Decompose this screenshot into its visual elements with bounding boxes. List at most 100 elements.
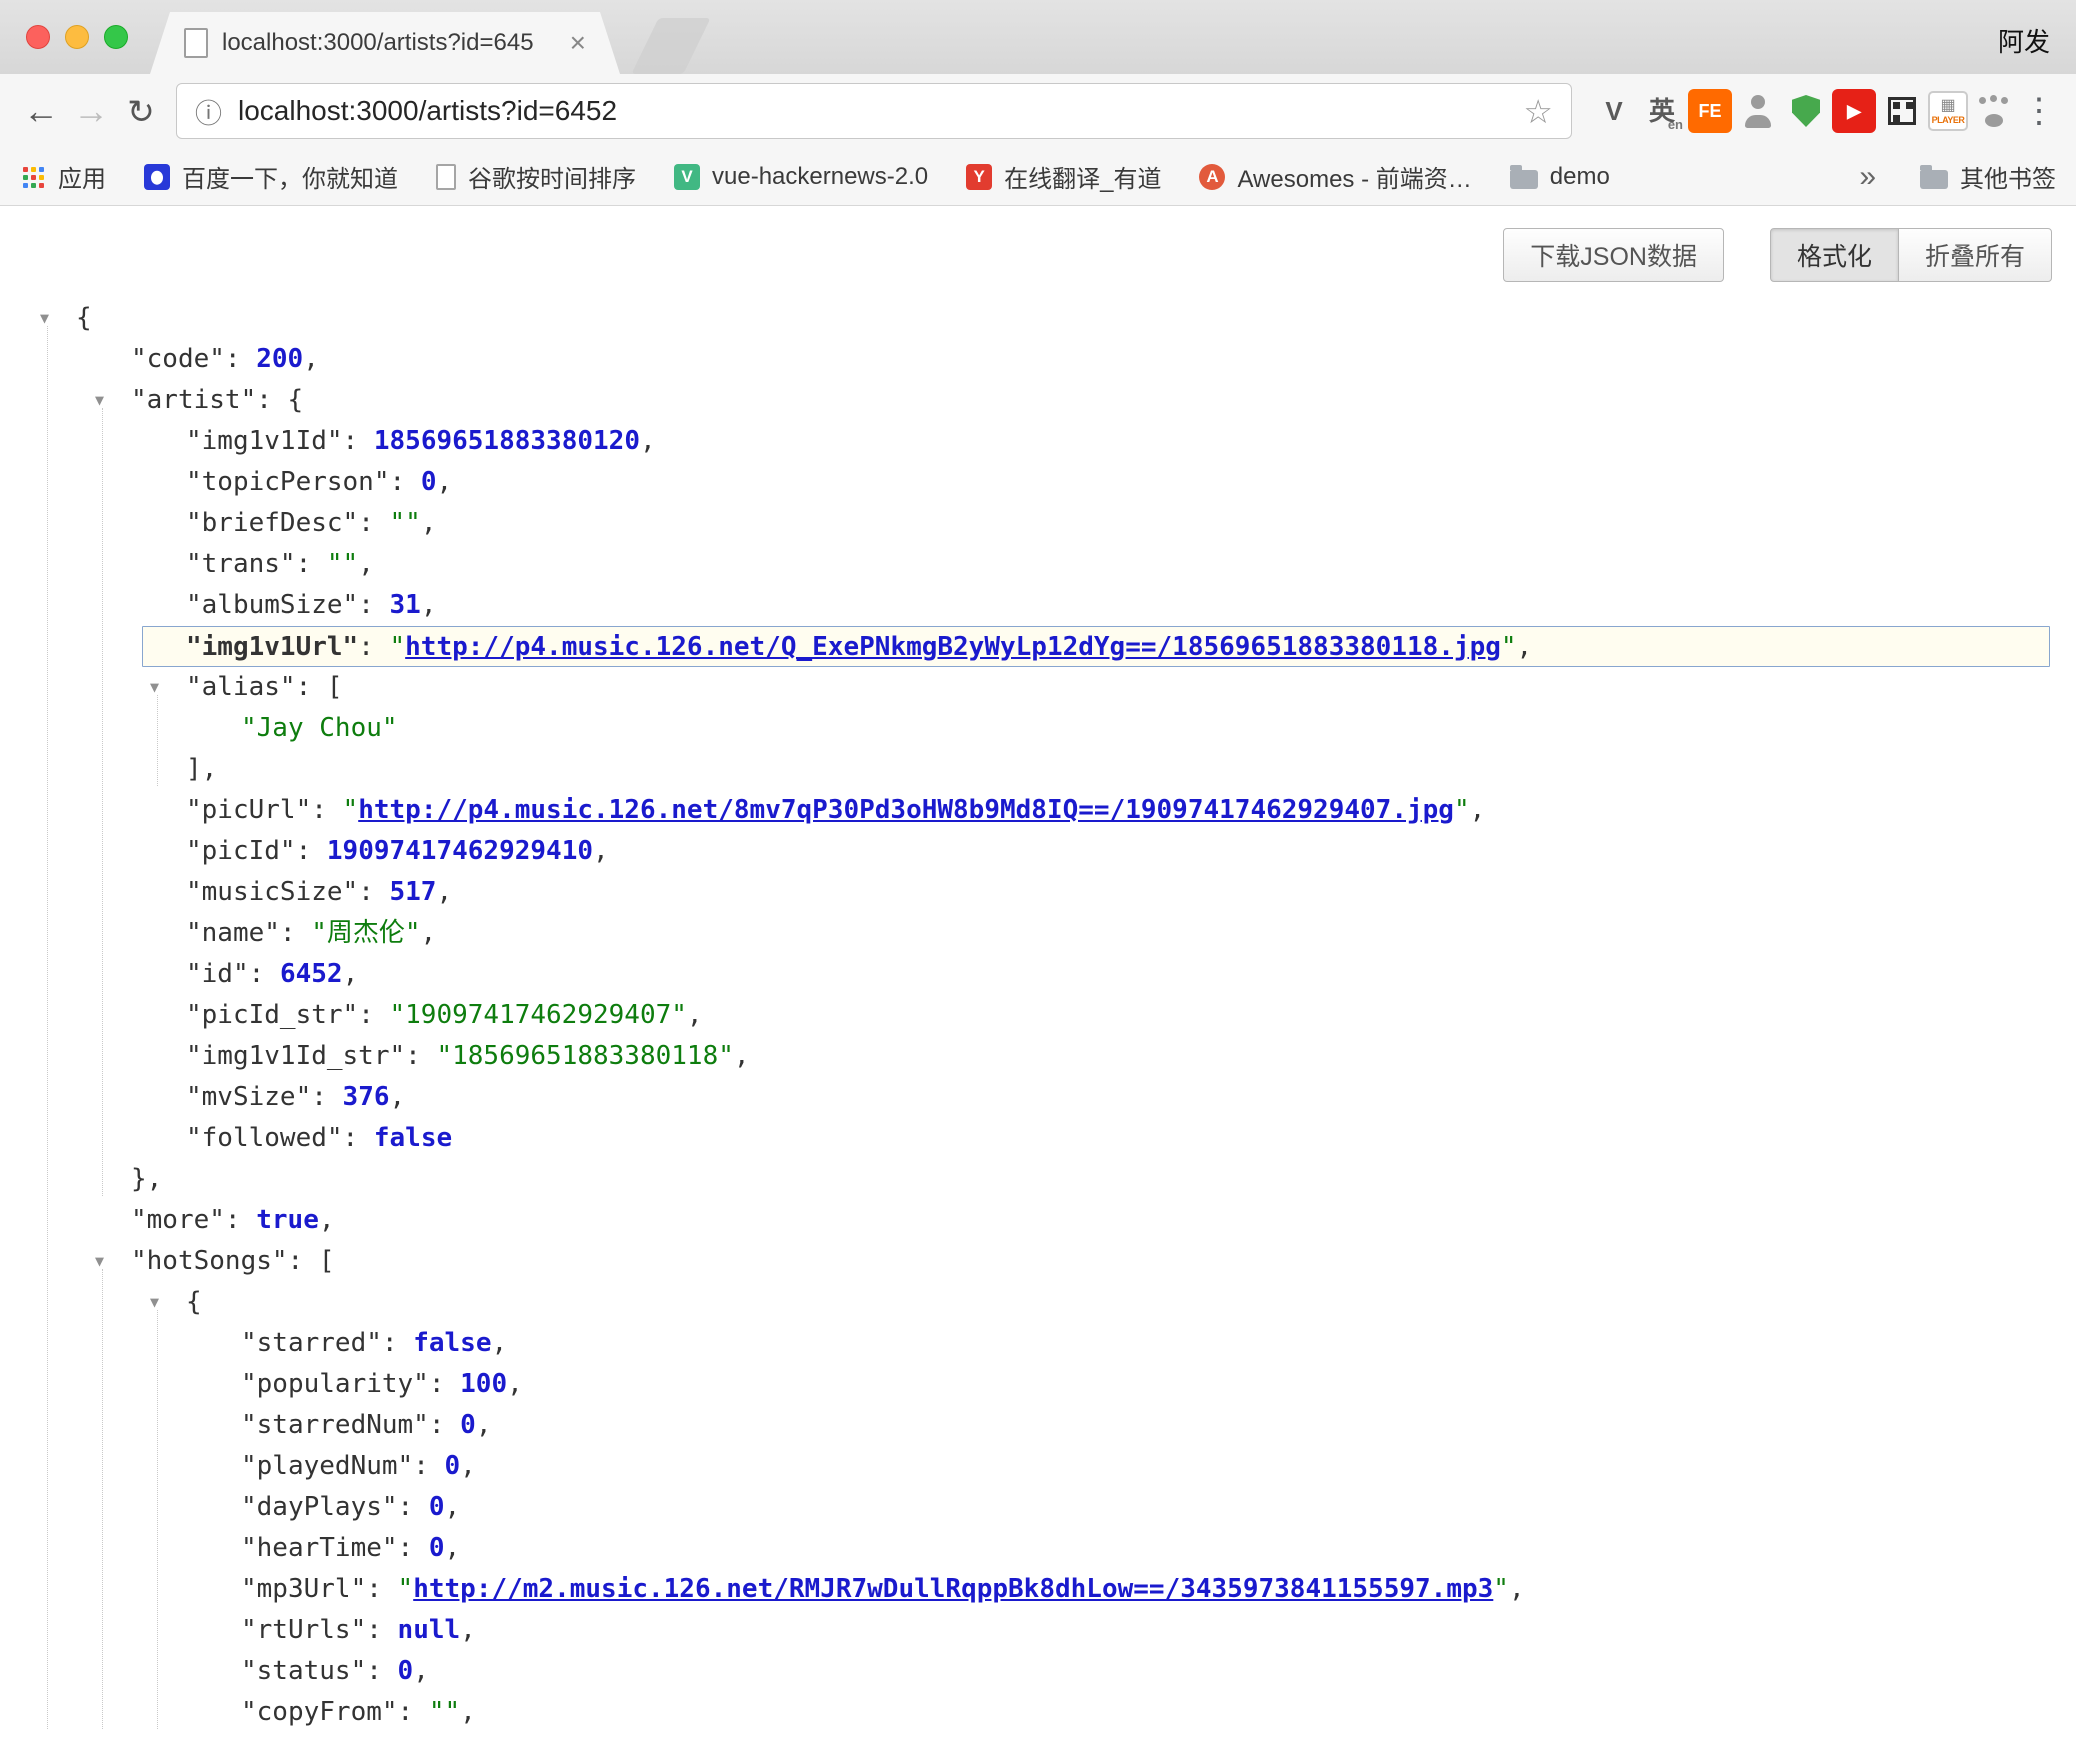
overflow-chevron-icon[interactable]: » (1859, 160, 1876, 194)
json-token: , (1517, 632, 1533, 662)
json-token: [ (327, 672, 343, 702)
json-token: " (390, 632, 406, 662)
bookmarks-bar: 应用 百度一下，你就知道 谷歌按时间排序 Vvue-hackernews-2.0 Y在线… (0, 148, 2076, 206)
browser-menu-icon[interactable]: ⋮ (2018, 91, 2060, 131)
bookmark-vue[interactable]: Vvue-hackernews-2.0 (674, 163, 928, 191)
browser-tab[interactable]: localhost:3000/artists?id=645 × (150, 12, 620, 74)
back-button[interactable]: ← (16, 86, 66, 136)
page-info-icon[interactable]: ⓘ (195, 92, 222, 131)
json-token: 100 (460, 1369, 507, 1399)
tree-guide (102, 408, 103, 1196)
json-link[interactable]: http://m2.music.126.net/RMJR7wDullRqppBk… (413, 1574, 1493, 1604)
json-token: : (343, 1123, 374, 1153)
zoom-window-button[interactable] (104, 25, 128, 49)
bookmark-awesomes[interactable]: AAwesomes - 前端资… (1199, 159, 1471, 194)
bookmark-folder[interactable]: demo (1510, 163, 1610, 191)
json-line: "img1v1Id_str": "18569651883380118", (0, 1036, 2076, 1077)
json-token: 18569651883380120 (374, 426, 640, 456)
bookmark-label: vue-hackernews-2.0 (712, 163, 928, 191)
json-token: "picId" (186, 836, 296, 866)
translate-icon[interactable]: 英en (1640, 89, 1684, 133)
json-token: 200 (256, 344, 303, 374)
bookmark-label: demo (1550, 163, 1610, 191)
bookmark-baidu[interactable]: 百度一下，你就知道 (144, 159, 398, 194)
json-token: : (366, 1656, 397, 1686)
json-token: false (413, 1328, 491, 1358)
json-token: "" (429, 1697, 460, 1727)
json-token: "status" (241, 1656, 366, 1686)
json-token: : (343, 426, 374, 456)
json-token: : (249, 959, 280, 989)
json-token: : (296, 836, 327, 866)
json-token: true (256, 1205, 319, 1235)
reload-button[interactable]: ↻ (116, 86, 166, 136)
folder-icon (1920, 170, 1948, 189)
json-token: : (358, 1000, 389, 1030)
json-token: "copyFrom" (241, 1697, 398, 1727)
json-line: "Jay Chou" (0, 708, 2076, 749)
tab-title: localhost:3000/artists?id=645 (222, 29, 556, 57)
json-token: 6452 (280, 959, 343, 989)
json-token: : (398, 1697, 429, 1727)
json-token: "picUrl" (186, 795, 311, 825)
paw-icon[interactable] (1972, 89, 2016, 133)
fehelper-icon-glyph: FE (1698, 102, 1721, 120)
json-token: : (429, 1410, 460, 1440)
youtube-icon[interactable]: ▶ (1832, 89, 1876, 133)
youdao-icon: Y (966, 164, 992, 190)
json-token: : (311, 795, 342, 825)
titlebar: localhost:3000/artists?id=645 × 阿发 (0, 0, 2076, 74)
bookmark-star-icon[interactable]: ☆ (1523, 92, 1553, 131)
folder-icon (1510, 170, 1538, 189)
forward-button[interactable]: → (66, 86, 116, 136)
json-line: "albumSize": 31, (0, 585, 2076, 626)
url-bar[interactable]: ⓘ localhost:3000/artists?id=6452 ☆ (176, 83, 1572, 139)
json-token: , (343, 959, 359, 989)
json-token: "hearTime" (241, 1533, 398, 1563)
new-tab-button[interactable] (631, 18, 710, 74)
download-json-button[interactable]: 下载JSON数据 (1503, 228, 1724, 282)
minimize-window-button[interactable] (65, 25, 89, 49)
apps-icon (20, 164, 46, 190)
json-token: , (687, 1000, 703, 1030)
profile-silhouette-icon[interactable] (1736, 89, 1780, 133)
format-button[interactable]: 格式化 (1770, 228, 1899, 282)
json-token: "19097417462929407" (390, 1000, 687, 1030)
fehelper-icon[interactable]: FE (1688, 89, 1732, 133)
browser-toolbar: ← → ↻ ⓘ localhost:3000/artists?id=6452 ☆… (0, 74, 2076, 148)
bookmark-apps[interactable]: 应用 (20, 159, 106, 194)
collapse-all-button[interactable]: 折叠所有 (1898, 228, 2052, 282)
json-token: 19097417462929410 (327, 836, 593, 866)
json-link[interactable]: http://p4.music.126.net/Q_ExePNkmgB2yWyL… (405, 632, 1501, 662)
json-token: 31 (390, 590, 421, 620)
json-token: : (311, 1082, 342, 1112)
json-token: , (303, 344, 319, 374)
json-token: : (398, 1492, 429, 1522)
json-token: }, (131, 1164, 162, 1194)
json-token: "starredNum" (241, 1410, 429, 1440)
json-token: "starred" (241, 1328, 382, 1358)
adblock-shield-icon[interactable] (1784, 89, 1828, 133)
bookmark-youdao[interactable]: Y在线翻译_有道 (966, 159, 1161, 194)
bookmark-page[interactable]: 谷歌按时间排序 (436, 159, 636, 194)
json-token: 517 (390, 877, 437, 907)
json-token: " (1493, 1574, 1509, 1604)
player-icon[interactable]: PLAYER (1928, 91, 1968, 131)
profile-name[interactable]: 阿发 (1998, 22, 2050, 59)
json-token: "topicPerson" (186, 467, 390, 497)
json-token: "mp3Url" (241, 1574, 366, 1604)
json-token: "img1v1Id" (186, 426, 343, 456)
json-token: 0 (429, 1533, 445, 1563)
json-token: "alias" (186, 672, 296, 702)
player-icon-label: PLAYER (1932, 115, 1965, 125)
json-line: "dayPlays": 0, (0, 1487, 2076, 1528)
json-line: ], (0, 749, 2076, 790)
close-window-button[interactable] (26, 25, 50, 49)
qrcode-icon[interactable] (1880, 89, 1924, 133)
vimium-icon[interactable]: V (1592, 89, 1636, 133)
tab-close-icon[interactable]: × (570, 29, 586, 57)
json-link[interactable]: http://p4.music.126.net/8mv7qP30Pd3oHW8b… (358, 795, 1454, 825)
json-token: : (398, 1533, 429, 1563)
json-token: { (186, 1287, 202, 1317)
other-bookmarks[interactable]: 其他书签 (1920, 159, 2056, 194)
